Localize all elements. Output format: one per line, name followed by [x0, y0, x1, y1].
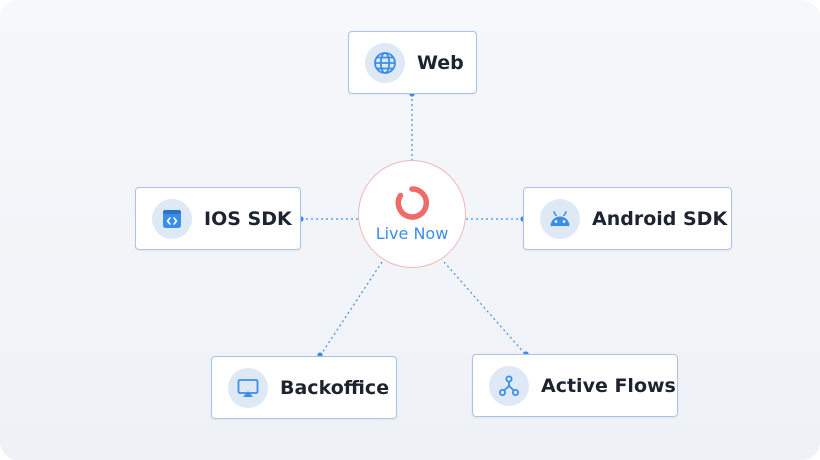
node-ios-sdk[interactable]: IOS SDK [135, 187, 301, 250]
node-active-flows[interactable]: Active Flows [472, 354, 678, 417]
hub-live-now[interactable]: Live Now [358, 160, 466, 268]
monitor-icon [228, 367, 268, 408]
node-web-label: Web [417, 51, 464, 74]
diagram-canvas: Live Now Web IOS SDK Android SDK Backoff… [0, 0, 820, 460]
code-window-icon [152, 198, 192, 239]
node-ios-sdk-label: IOS SDK [204, 207, 292, 230]
flow-branch-icon [489, 365, 529, 406]
node-android-sdk-label: Android SDK [592, 207, 728, 230]
connector-backoffice [319, 261, 383, 357]
node-web[interactable]: Web [348, 31, 477, 94]
android-icon [540, 198, 580, 239]
live-now-logo-icon [395, 185, 429, 220]
node-android-sdk[interactable]: Android SDK [523, 187, 732, 250]
connector-flows [443, 261, 527, 356]
globe-icon [365, 42, 405, 83]
node-active-flows-label: Active Flows [541, 374, 676, 397]
node-backoffice[interactable]: Backoffice [211, 356, 397, 419]
hub-label: Live Now [375, 223, 449, 243]
node-backoffice-label: Backoffice [280, 376, 390, 399]
